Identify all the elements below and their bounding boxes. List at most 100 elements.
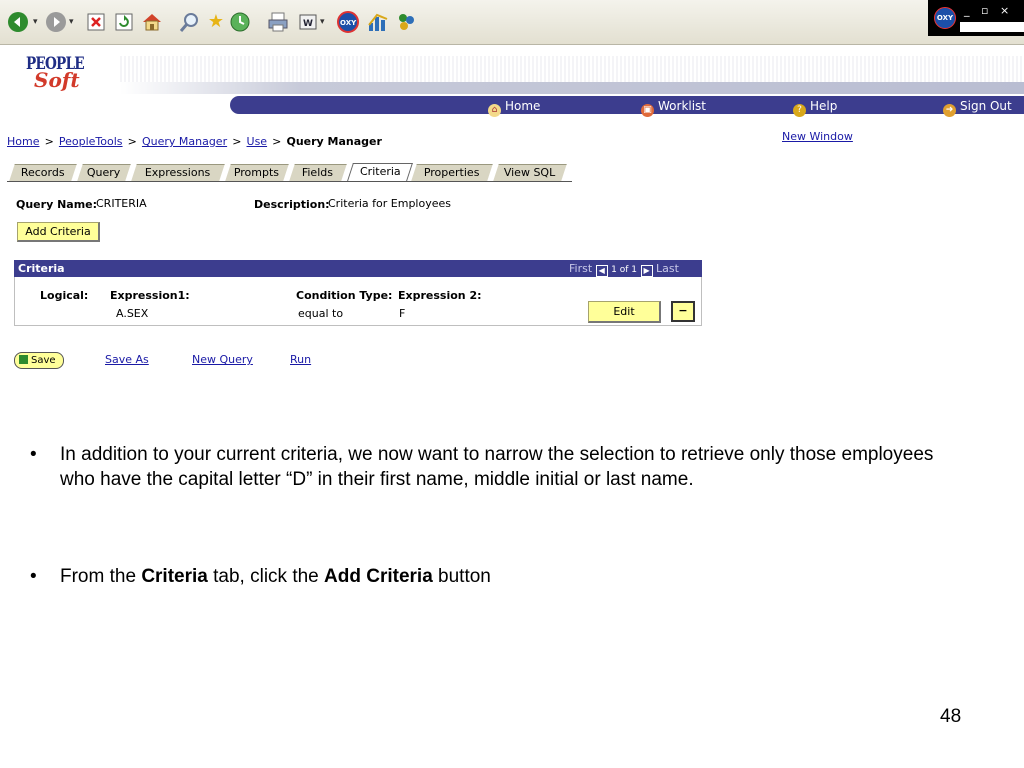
- tab-label: Query: [87, 166, 121, 179]
- edit-dropdown-icon[interactable]: ▾: [320, 10, 325, 34]
- oxy-logo-icon: OXY: [934, 7, 956, 29]
- tab-label: Fields: [302, 166, 334, 179]
- tab-label: Criteria: [359, 165, 401, 178]
- window-address-strip: [960, 22, 1024, 32]
- note-paragraph-2: From the Criteria tab, click the Add Cri…: [60, 564, 960, 589]
- query-name-value: CRITERIA: [96, 197, 147, 210]
- row-expression1: A.SEX: [116, 307, 149, 320]
- back-icon[interactable]: [6, 10, 30, 34]
- save-label: Save: [31, 355, 56, 366]
- back-dropdown-icon[interactable]: ▾: [33, 10, 38, 34]
- favorites-icon[interactable]: ★: [204, 10, 228, 34]
- history-icon[interactable]: [228, 10, 252, 34]
- forward-dropdown-icon[interactable]: ▾: [69, 10, 74, 34]
- worklist-icon: ▣: [641, 104, 654, 117]
- print-icon[interactable]: [266, 10, 290, 34]
- add-criteria-button[interactable]: Add Criteria: [17, 222, 100, 242]
- next-arrow-icon[interactable]: ▶: [640, 265, 653, 277]
- crumb-query-manager[interactable]: Query Manager: [142, 135, 227, 148]
- logo-text-soft: Soft: [34, 68, 80, 92]
- oxy-icon[interactable]: OXY: [336, 10, 360, 34]
- prev-arrow-icon[interactable]: ◀: [595, 265, 608, 277]
- run-link[interactable]: Run: [290, 353, 311, 366]
- crumb-sep: >: [232, 135, 242, 148]
- window-buttons[interactable]: _ ▫ ×: [964, 4, 1013, 17]
- save-icon: [19, 355, 28, 364]
- tab-expressions[interactable]: Expressions: [131, 164, 225, 181]
- note-text: From the: [60, 566, 142, 587]
- col-expression2: Expression 2:: [398, 289, 482, 302]
- help-icon: ?: [793, 104, 806, 117]
- nav-signout[interactable]: ➜ Sign Out: [943, 98, 1012, 117]
- bullet-marker: •: [30, 566, 37, 587]
- nav-home[interactable]: ⌂ Home: [488, 98, 540, 117]
- note-text: button: [432, 566, 491, 587]
- header-pattern: [120, 56, 1024, 82]
- header-gradient: [120, 82, 1024, 94]
- save-button[interactable]: Save: [14, 352, 64, 369]
- note-bold-criteria: Criteria: [141, 566, 208, 587]
- new-window-link[interactable]: New Window: [782, 130, 853, 143]
- messenger-icon[interactable]: [394, 10, 418, 34]
- col-expression1: Expression1:: [110, 289, 190, 302]
- pager-last[interactable]: Last: [656, 262, 679, 275]
- svg-text:W: W: [303, 19, 313, 29]
- tab-label: View SQL: [504, 166, 556, 179]
- note-bold-add-criteria: Add Criteria: [324, 566, 433, 587]
- tab-underline: [7, 181, 572, 182]
- nav-signout-label: Sign Out: [960, 99, 1012, 113]
- tab-query[interactable]: Query: [77, 164, 131, 181]
- crumb-use[interactable]: Use: [247, 135, 268, 148]
- tab-prompts[interactable]: Prompts: [225, 164, 289, 181]
- new-query-link[interactable]: New Query: [192, 353, 253, 366]
- col-condition-type: Condition Type:: [296, 289, 393, 302]
- grid-pager: First ◀ 1 of 1 ▶ Last: [569, 262, 679, 277]
- query-name-label: Query Name:: [16, 198, 98, 211]
- row-expression2: F: [399, 307, 406, 320]
- page-title: Query Manager: [286, 135, 382, 148]
- nav-help[interactable]: ? Help: [793, 98, 837, 117]
- refresh-icon[interactable]: [112, 10, 136, 34]
- nav-worklist[interactable]: ▣ Worklist: [641, 98, 706, 117]
- nav-home-label: Home: [505, 99, 541, 113]
- browser-toolbar: ▾ ▾ ★ W ▾ OXY: [0, 0, 1024, 45]
- tab-properties[interactable]: Properties: [411, 164, 493, 181]
- tab-records[interactable]: Records: [9, 164, 77, 181]
- col-logical: Logical:: [40, 289, 89, 302]
- peoplesoft-logo: PEOPLE Soft: [26, 54, 86, 96]
- edit-icon[interactable]: W: [296, 10, 320, 34]
- pager-first[interactable]: First: [569, 262, 592, 275]
- description-value: Criteria for Employees: [328, 197, 451, 210]
- stop-icon[interactable]: [84, 10, 108, 34]
- chart-icon[interactable]: [366, 10, 390, 34]
- tab-label: Prompts: [234, 166, 280, 179]
- tab-label: Expressions: [145, 166, 211, 179]
- pager-count: 1 of 1: [611, 265, 638, 275]
- tab-view-sql[interactable]: View SQL: [493, 164, 567, 181]
- note-text: tab, click the: [207, 566, 325, 587]
- save-as-link[interactable]: Save As: [105, 353, 149, 366]
- home-icon[interactable]: [140, 10, 164, 34]
- crumb-sep: >: [44, 135, 54, 148]
- tab-criteria[interactable]: Criteria: [347, 163, 413, 181]
- tab-label: Records: [20, 166, 65, 179]
- description-label: Description:: [254, 198, 330, 211]
- signout-icon: ➜: [943, 104, 956, 117]
- nav-help-label: Help: [810, 99, 838, 113]
- forward-icon[interactable]: [44, 10, 68, 34]
- breadcrumb: Home > PeopleTools > Query Manager > Use…: [7, 130, 382, 149]
- nav-worklist-label: Worklist: [658, 99, 707, 113]
- page-number: 48: [940, 706, 962, 727]
- portal-nav-bar: [230, 96, 1024, 114]
- edit-button[interactable]: Edit: [588, 301, 661, 323]
- search-icon[interactable]: [178, 10, 202, 34]
- row-condition-type: equal to: [298, 307, 344, 320]
- crumb-home[interactable]: Home: [7, 135, 39, 148]
- delete-row-button[interactable]: −: [671, 301, 695, 322]
- tab-fields[interactable]: Fields: [289, 164, 347, 181]
- bullet-marker: •: [30, 444, 37, 465]
- crumb-sep: >: [127, 135, 137, 148]
- window-controls: OXY _ ▫ ×: [928, 0, 1024, 36]
- crumb-peopletools[interactable]: PeopleTools: [59, 135, 123, 148]
- criteria-grid-title: Criteria: [18, 262, 65, 275]
